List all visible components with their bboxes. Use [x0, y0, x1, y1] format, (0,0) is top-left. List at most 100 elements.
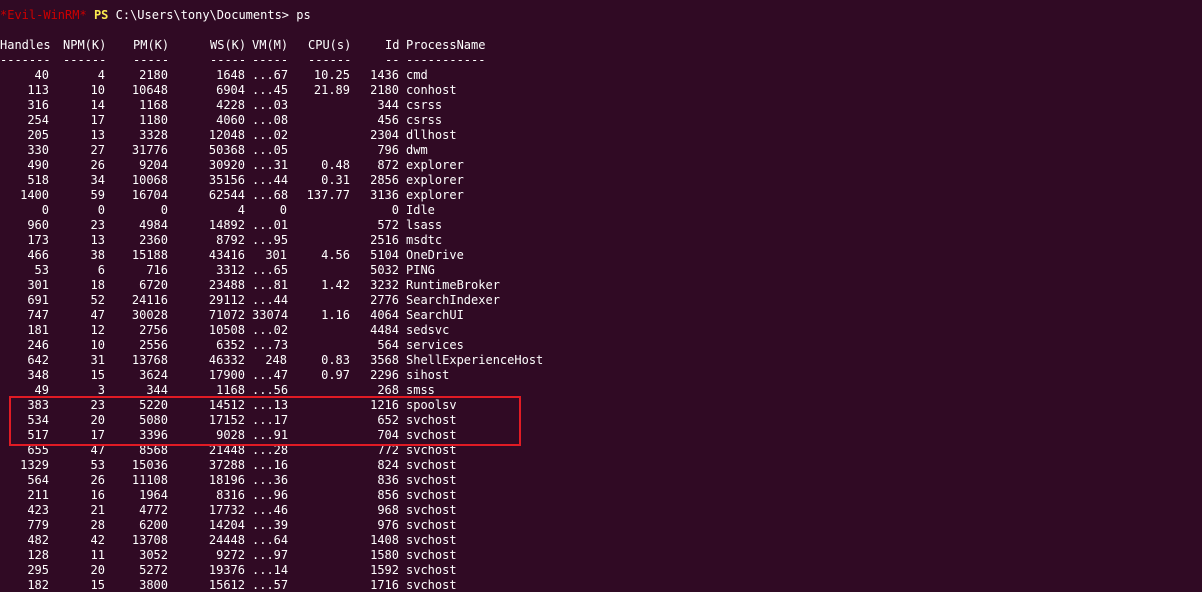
cell-ws: 19376: [208, 563, 245, 577]
cell-vm: ...16: [252, 458, 289, 472]
current-path: C:\Users\tony\Documents>: [115, 8, 290, 22]
cell-pm: 3800: [139, 578, 168, 592]
cell-ws: 17152: [208, 413, 245, 427]
cell-processname: explorer: [406, 188, 464, 202]
cell-pm: 1964: [139, 488, 168, 502]
cell-handles: 423: [27, 503, 49, 517]
cell-processname: svchost: [406, 503, 457, 517]
cell-handles: 348: [27, 368, 49, 382]
cell-ws: 4: [237, 203, 245, 217]
cell-npm: 11: [90, 548, 105, 562]
cell-processname: svchost: [406, 518, 457, 532]
cell-npm: 15: [90, 578, 105, 592]
cell-handles: 466: [27, 248, 49, 262]
cell-ws: 29112: [208, 293, 245, 307]
column-header: PM(K): [133, 38, 170, 52]
cell-id: 5032: [370, 263, 399, 277]
cell-id: 456: [377, 113, 399, 127]
cell-cpu: 1.42: [321, 278, 350, 292]
cell-handles: 517: [27, 428, 49, 442]
cell-cpu: [301, 443, 350, 458]
cell-vm: 248: [265, 353, 287, 367]
cell-npm: 20: [90, 563, 105, 577]
cell-ws: 8316: [216, 488, 245, 502]
cell-ws: 1168: [216, 383, 245, 397]
cell-ws: 50368: [208, 143, 245, 157]
cell-pm: 344: [146, 383, 168, 397]
cell-npm: 38: [90, 248, 105, 262]
cell-vm: ...95: [252, 233, 289, 247]
cell-pm: 2756: [139, 323, 168, 337]
cell-pm: 3052: [139, 548, 168, 562]
cell-pm: 6720: [139, 278, 168, 292]
cell-processname: svchost: [406, 563, 457, 577]
column-separator: -----: [133, 53, 170, 67]
column-header: Id: [385, 38, 400, 52]
cell-vm: ...14: [252, 563, 289, 577]
cell-vm: ...81: [252, 278, 289, 292]
cell-cpu: [301, 578, 350, 592]
cell-id: 2516: [370, 233, 399, 247]
cell-pm: 5080: [139, 413, 168, 427]
cell-pm: 15036: [131, 458, 168, 472]
cell-handles: 316: [27, 98, 49, 112]
cell-processname: msdtc: [406, 233, 443, 247]
cell-id: 268: [377, 383, 399, 397]
cell-npm: 53: [90, 458, 105, 472]
column-header: WS(K): [210, 38, 247, 52]
cell-ws: 14512: [208, 398, 245, 412]
cell-processname: cmd: [406, 68, 428, 82]
cell-processname: csrss: [406, 113, 443, 127]
cell-id: 0: [391, 203, 399, 217]
cell-ws: 17900: [208, 368, 245, 382]
cell-npm: 59: [90, 188, 105, 202]
cell-ws: 9028: [216, 428, 245, 442]
cell-handles: 655: [27, 443, 49, 457]
cell-ws: 43416: [208, 248, 245, 262]
cell-npm: 23: [90, 398, 105, 412]
cell-id: 3136: [370, 188, 399, 202]
cell-npm: 17: [90, 428, 105, 442]
cell-ws: 14204: [208, 518, 245, 532]
cell-ws: 3312: [216, 263, 245, 277]
cell-vm: ...44: [252, 173, 289, 187]
cell-cpu: [301, 548, 350, 563]
cell-cpu: [301, 503, 350, 518]
cell-handles: 301: [27, 278, 49, 292]
cell-handles: 960: [27, 218, 49, 232]
cell-vm: ...64: [252, 533, 289, 547]
cell-ws: 10508: [208, 323, 245, 337]
cell-handles: 113: [27, 83, 49, 97]
cell-cpu: 0.83: [321, 353, 350, 367]
cell-ws: 4060: [216, 113, 245, 127]
cell-cpu: [301, 473, 350, 488]
cell-vm: ...47: [252, 368, 289, 382]
cell-cpu: [301, 128, 350, 143]
cell-processname: explorer: [406, 158, 464, 172]
terminal-window[interactable]: *Evil-WinRM* PS C:\Users\tony\Documents>…: [0, 0, 1202, 592]
cell-ws: 8792: [216, 233, 245, 247]
cell-cpu: [301, 413, 350, 428]
cell-pm: 10648: [131, 83, 168, 97]
cell-handles: 518: [27, 173, 49, 187]
cell-processname: conhost: [406, 83, 457, 97]
cell-handles: 691: [27, 293, 49, 307]
cell-handles: 642: [27, 353, 49, 367]
cell-vm: ...17: [252, 413, 289, 427]
cell-pm: 5220: [139, 398, 168, 412]
cell-id: 5104: [370, 248, 399, 262]
cell-cpu: 4.56: [321, 248, 350, 262]
cell-ws: 4228: [216, 98, 245, 112]
cell-handles: 49: [34, 383, 49, 397]
cell-npm: 10: [90, 338, 105, 352]
cell-processname: smss: [406, 383, 435, 397]
cell-id: 3232: [370, 278, 399, 292]
cell-vm: ...44: [252, 293, 289, 307]
cell-npm: 4: [97, 68, 105, 82]
column-header: VM(M): [252, 38, 289, 52]
cell-vm: ...03: [252, 98, 289, 112]
cell-vm: ...96: [252, 488, 289, 502]
cell-pm: 11108: [131, 473, 168, 487]
cell-handles: 40: [34, 68, 49, 82]
cell-id: 796: [377, 143, 399, 157]
